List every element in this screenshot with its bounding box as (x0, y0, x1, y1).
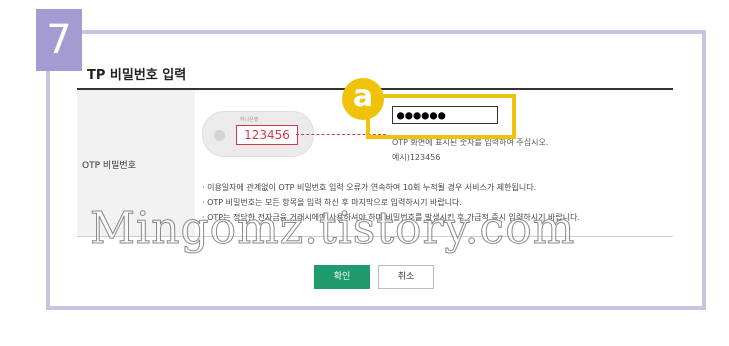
watermark: Mingomz.tistory.com (89, 203, 576, 255)
otp-token-code: 123456 (236, 125, 298, 145)
highlight-box (366, 94, 516, 139)
section-title: TP 비밀번호 입력 (87, 68, 187, 83)
otp-token-brand: 하나은행 (240, 117, 259, 123)
annotation-marker-a: a (342, 78, 384, 120)
step-number-badge: 7 (36, 9, 82, 71)
otp-input-example: 예시)123456 (392, 153, 441, 162)
confirm-button[interactable]: 확인 (314, 265, 370, 289)
notice-item: · 이용일자에 관계없이 OTP 비밀번호 입력 오류가 연속하여 10회 누적… (202, 183, 537, 192)
otp-password-label: OTP 비밀번호 (82, 161, 136, 171)
otp-token-button-icon (214, 130, 225, 141)
cancel-button[interactable]: 취소 (378, 265, 434, 289)
